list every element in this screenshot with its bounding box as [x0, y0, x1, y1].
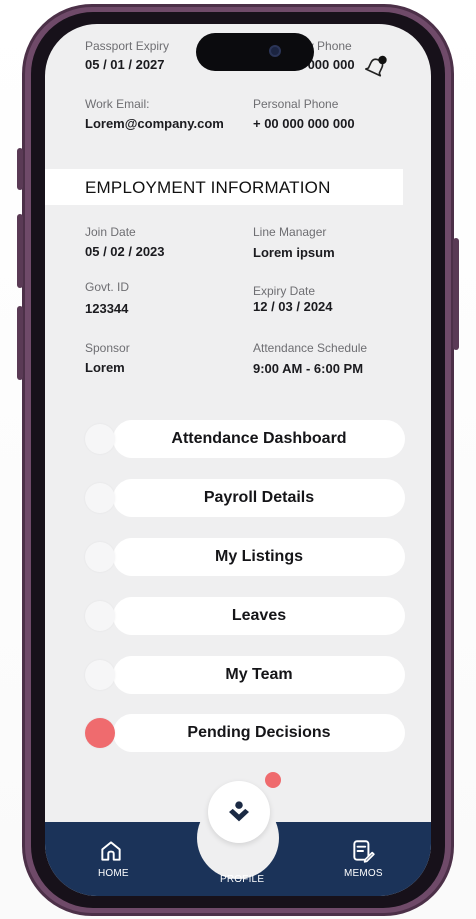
join-date-value: 05 / 02 / 2023 [85, 244, 165, 259]
pending-decisions-button[interactable]: Pending Decisions [113, 714, 405, 752]
work-email-label: Work Email: [85, 97, 150, 111]
menu-item-indicator [85, 424, 115, 454]
volume-down-button [17, 306, 23, 380]
sponsor-label: Sponsor [85, 341, 130, 355]
dynamic-island [196, 33, 314, 71]
nav-memos-label: MEMOS [344, 868, 383, 879]
passport-expiry-label: Passport Expiry [85, 39, 170, 53]
sponsor-value: Lorem [85, 360, 125, 375]
action-button [17, 148, 23, 190]
govt-id-label: Govt. ID [85, 280, 130, 294]
personal-phone-label: Personal Phone [253, 97, 339, 111]
app-screen: Passport Expiry 05 / 01 / 2027 Emergency… [45, 24, 431, 896]
join-date-label: Join Date [85, 225, 136, 239]
line-manager-value: Lorem ipsum [253, 245, 335, 260]
attendance-schedule-label: Attendance Schedule [253, 341, 368, 355]
line-manager-label: Line Manager [253, 225, 327, 239]
passport-expiry-value: 05 / 01 / 2027 [85, 57, 165, 72]
expiry-date-value: 12 / 03 / 2024 [253, 299, 333, 314]
work-email-value: Lorem@company.com [85, 116, 224, 131]
employment-section-title: EMPLOYMENT INFORMATION [85, 178, 331, 197]
bell-icon [364, 55, 387, 77]
attendance-schedule-value: 9:00 AM - 6:00 PM [253, 361, 364, 376]
menu-item-indicator [85, 660, 115, 690]
attendance-dashboard-button[interactable]: Attendance Dashboard [113, 420, 405, 458]
memo-icon [353, 840, 375, 863]
payroll-details-button[interactable]: Payroll Details [113, 479, 405, 517]
govt-id-value: 123344 [85, 301, 129, 316]
nav-home-button[interactable]: HOME [89, 832, 133, 884]
volume-up-button [17, 214, 23, 288]
profile-fab-button[interactable] [208, 781, 270, 843]
nav-memos-button[interactable]: MEMOS [338, 832, 388, 884]
menu-item-indicator [85, 483, 115, 513]
profile-icon [229, 801, 249, 822]
menu-item-indicator [85, 601, 115, 631]
expiry-date-label: Expiry Date [253, 284, 316, 298]
nav-profile-label[interactable]: PROFILE [220, 874, 264, 885]
notification-bell-button[interactable] [363, 53, 389, 79]
my-listings-button[interactable]: My Listings [113, 538, 405, 576]
home-icon [101, 841, 121, 861]
my-team-button[interactable]: My Team [113, 656, 405, 694]
nav-home-label: HOME [98, 868, 129, 879]
camera-icon [269, 45, 281, 57]
power-button [453, 238, 459, 350]
personal-phone-value: + 00 000 000 000 [253, 116, 355, 131]
leaves-button[interactable]: Leaves [113, 597, 405, 635]
pending-alert-indicator [85, 718, 115, 748]
profile-notification-badge [265, 772, 281, 788]
menu-item-indicator [85, 542, 115, 572]
